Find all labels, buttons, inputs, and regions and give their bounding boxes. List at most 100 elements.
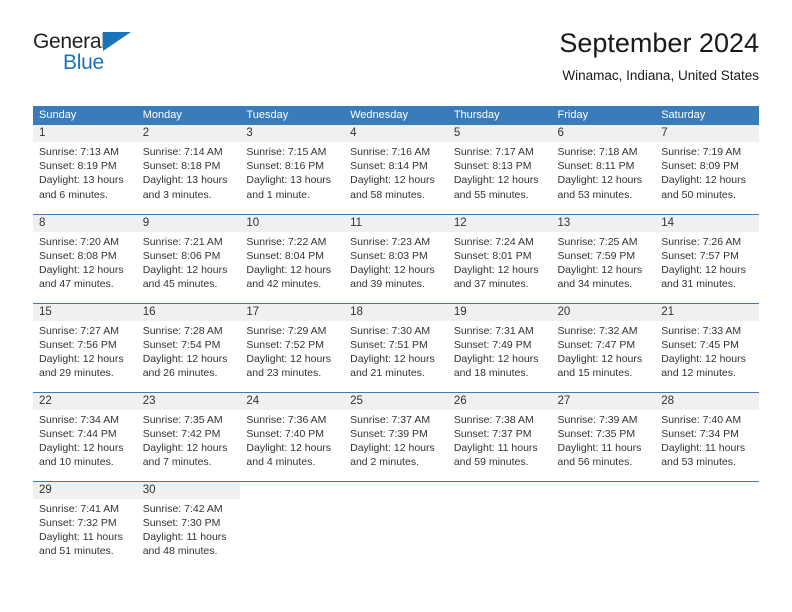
calendar-day-cell[interactable]: 2 Sunrise: 7:14 AM Sunset: 8:18 PM Daylight… — [136, 125, 241, 214]
daylight-text: Daylight: 13 hours and 1 minute. — [246, 174, 332, 201]
daylight-text: Daylight: 12 hours and 42 minutes. — [246, 263, 332, 291]
calendar-day-cell[interactable]: 25 Sunrise: 7:37 AM Sunset: 7:39 PM Dayligh… — [344, 391, 448, 481]
calendar-day-cell[interactable]: 17 Sunrise: 7:29 AM Sunset: 7:52 PM Dayligh… — [240, 302, 345, 392]
calendar-day-cell[interactable]: 24 Sunrise: 7:36 AM Sunset: 7:40 PM Dayligh… — [240, 391, 345, 481]
sunrise-text: Sunrise: 7:37 AM — [350, 413, 431, 426]
day-details: Sunrise: 7:32 AM Sunset: 7:47 PM Daylight:… — [552, 321, 656, 381]
calendar-day-cell[interactable]: 12 Sunrise: 7:24 AM Sunset: 8:01 PM Dayligh… — [447, 213, 552, 303]
sunset-text: Sunset: 8:04 PM — [246, 249, 325, 262]
sunset-text: Sunset: 8:03 PM — [350, 249, 428, 262]
day-number: 10 — [240, 214, 345, 232]
day-number: 2 — [136, 125, 241, 142]
sunrise-text: Sunrise: 7:31 AM — [453, 324, 534, 337]
calendar-day-cell[interactable]: 30 Sunrise: 7:42 AM Sunset: 7:30 PM Dayligh… — [136, 480, 241, 575]
calendar-day-cell[interactable]: 9 Sunrise: 7:21 AM Sunset: 8:06 PM Daylight… — [136, 213, 241, 303]
day-number: 11 — [344, 214, 448, 232]
sunset-text: Sunset: 7:44 PM — [39, 427, 117, 440]
calendar-day-cell[interactable]: 1 Sunrise: 7:13 AM Sunset: 8:19 PM Daylight… — [33, 125, 137, 214]
sunrise-text: Sunrise: 7:22 AM — [246, 235, 327, 248]
calendar-day-cell[interactable]: 20 Sunrise: 7:32 AM Sunset: 7:47 PM Dayligh… — [551, 302, 656, 392]
sunset-text: Sunset: 8:08 PM — [39, 249, 117, 262]
day-number: 15 — [33, 303, 137, 321]
calendar-day-cell[interactable]: 7 Sunrise: 7:19 AM Sunset: 8:09 PM Daylight… — [655, 125, 759, 214]
day-details: Sunrise: 7:42 AM Sunset: 7:30 PM Daylight:… — [137, 499, 241, 559]
weekday-header-monday: Monday — [136, 106, 241, 125]
day-details: Sunrise: 7:23 AM Sunset: 8:03 PM Daylight:… — [344, 232, 448, 292]
calendar-day-cell[interactable]: 6 Sunrise: 7:18 AM Sunset: 8:11 PM Daylight… — [551, 125, 656, 214]
daylight-text: Daylight: 11 hours and 56 minutes. — [557, 441, 642, 469]
sunset-text: Sunset: 7:54 PM — [142, 338, 221, 351]
calendar-day-cell[interactable]: 23 Sunrise: 7:35 AM Sunset: 7:42 PM Dayligh… — [136, 391, 241, 481]
calendar-week-row: 1 Sunrise: 7:13 AM Sunset: 8:19 PM Daylight… — [33, 125, 759, 214]
day-number: 8 — [33, 214, 137, 232]
daylight-text: Daylight: 12 hours and 7 minutes. — [142, 441, 228, 469]
calendar-day-cell[interactable]: 27 Sunrise: 7:39 AM Sunset: 7:35 PM Dayligh… — [551, 391, 656, 481]
day-details: Sunrise: 7:14 AM Sunset: 8:18 PM Daylight:… — [137, 142, 241, 202]
sunset-text: Sunset: 7:47 PM — [557, 338, 636, 351]
day-number: 6 — [551, 125, 656, 142]
day-details: Sunrise: 7:34 AM Sunset: 7:44 PM Daylight:… — [33, 410, 137, 470]
sunset-text: Sunset: 8:06 PM — [142, 249, 221, 262]
weekday-header-wednesday: Wednesday — [344, 106, 448, 125]
weekday-header-friday: Friday — [551, 106, 656, 125]
sunrise-text: Sunrise: 7:32 AM — [557, 324, 638, 337]
sunrise-text: Sunrise: 7:14 AM — [142, 146, 223, 158]
day-details: Sunrise: 7:26 AM Sunset: 7:57 PM Daylight:… — [655, 232, 759, 292]
calendar-page: General Blue September 2024 Winamac, Ind… — [0, 0, 792, 612]
sunrise-text: Sunrise: 7:29 AM — [246, 324, 327, 337]
calendar-day-cell[interactable]: 16 Sunrise: 7:28 AM Sunset: 7:54 PM Dayligh… — [136, 302, 241, 392]
sunrise-text: Sunrise: 7:33 AM — [661, 324, 742, 337]
calendar-day-cell[interactable]: 11 Sunrise: 7:23 AM Sunset: 8:03 PM Dayligh… — [344, 213, 448, 303]
daylight-text: Daylight: 12 hours and 2 minutes. — [350, 441, 435, 469]
day-number: 23 — [136, 392, 241, 410]
daylight-text: Daylight: 12 hours and 23 minutes. — [246, 352, 332, 380]
sunrise-text: Sunrise: 7:18 AM — [557, 146, 638, 158]
day-details: Sunrise: 7:24 AM Sunset: 8:01 PM Daylight:… — [448, 232, 552, 292]
sunrise-text: Sunrise: 7:16 AM — [350, 146, 431, 158]
day-details: Sunrise: 7:27 AM Sunset: 7:56 PM Daylight:… — [33, 321, 137, 381]
calendar-day-cell[interactable]: 22 Sunrise: 7:34 AM Sunset: 7:44 PM Dayligh… — [33, 391, 137, 481]
calendar-day-cell[interactable]: 29 Sunrise: 7:41 AM Sunset: 7:32 PM Dayligh… — [33, 480, 137, 575]
calendar-day-cell[interactable]: 19 Sunrise: 7:31 AM Sunset: 7:49 PM Dayligh… — [447, 302, 552, 392]
sunset-text: Sunset: 7:57 PM — [661, 249, 739, 262]
daylight-text: Daylight: 12 hours and 47 minutes. — [39, 263, 124, 291]
day-details: Sunrise: 7:13 AM Sunset: 8:19 PM Daylight:… — [33, 142, 137, 202]
calendar-day-cell[interactable]: 8 Sunrise: 7:20 AM Sunset: 8:08 PM Daylight… — [33, 213, 137, 303]
sunset-text: Sunset: 7:35 PM — [557, 427, 636, 440]
sunrise-text: Sunrise: 7:35 AM — [142, 413, 223, 426]
sunset-text: Sunset: 7:56 PM — [39, 338, 117, 351]
sunset-text: Sunset: 8:16 PM — [246, 160, 325, 173]
daylight-text: Daylight: 12 hours and 53 minutes. — [557, 174, 643, 201]
calendar-day-cell[interactable]: 10 Sunrise: 7:22 AM Sunset: 8:04 PM Dayligh… — [240, 213, 345, 303]
calendar-day-cell[interactable]: 18 Sunrise: 7:30 AM Sunset: 7:51 PM Dayligh… — [344, 302, 448, 392]
calendar-day-cell[interactable]: 26 Sunrise: 7:38 AM Sunset: 7:37 PM Dayligh… — [447, 391, 552, 481]
calendar-day-cell[interactable]: 13 Sunrise: 7:25 AM Sunset: 7:59 PM Dayligh… — [551, 213, 656, 303]
calendar-day-cell[interactable]: 28 Sunrise: 7:40 AM Sunset: 7:34 PM Dayligh… — [655, 391, 759, 481]
general-blue-logo[interactable]: General Blue — [33, 30, 153, 82]
calendar-day-cell[interactable]: 4 Sunrise: 7:16 AM Sunset: 8:14 PM Daylight… — [344, 125, 448, 214]
daylight-text: Daylight: 12 hours and 39 minutes. — [350, 263, 435, 291]
calendar-day-cell[interactable]: 21 Sunrise: 7:33 AM Sunset: 7:45 PM Dayligh… — [655, 302, 759, 392]
day-details: Sunrise: 7:28 AM Sunset: 7:54 PM Daylight:… — [137, 321, 241, 381]
daylight-text: Daylight: 12 hours and 58 minutes. — [350, 174, 435, 201]
day-details: Sunrise: 7:36 AM Sunset: 7:40 PM Daylight:… — [240, 410, 344, 470]
page-subtitle: Winamac, Indiana, United States — [562, 68, 759, 83]
day-number — [344, 482, 448, 499]
day-number: 13 — [551, 214, 656, 232]
weekday-header-sunday: Sunday — [33, 106, 137, 125]
calendar-day-cell[interactable]: 15 Sunrise: 7:27 AM Sunset: 7:56 PM Dayligh… — [33, 302, 137, 392]
day-number: 4 — [344, 125, 448, 142]
calendar-week-row: 15 Sunrise: 7:27 AM Sunset: 7:56 PM Dayligh… — [33, 302, 759, 392]
day-details: Sunrise: 7:25 AM Sunset: 7:59 PM Daylight:… — [552, 232, 656, 292]
daylight-text: Daylight: 11 hours and 51 minutes. — [39, 530, 123, 558]
sunset-text: Sunset: 8:01 PM — [453, 249, 532, 262]
triangle-icon — [103, 32, 131, 51]
sunset-text: Sunset: 7:34 PM — [661, 427, 739, 440]
calendar-day-cell[interactable]: 5 Sunrise: 7:17 AM Sunset: 8:13 PM Daylight… — [447, 125, 552, 214]
day-details: Sunrise: 7:21 AM Sunset: 8:06 PM Daylight:… — [137, 232, 241, 292]
day-number: 30 — [136, 481, 241, 499]
calendar-day-cell[interactable]: 14 Sunrise: 7:26 AM Sunset: 7:57 PM Dayligh… — [655, 213, 759, 303]
daylight-text: Daylight: 12 hours and 18 minutes. — [453, 352, 539, 380]
daylight-text: Daylight: 12 hours and 55 minutes. — [453, 174, 539, 201]
calendar-day-cell[interactable]: 3 Sunrise: 7:15 AM Sunset: 8:16 PM Daylight… — [240, 125, 345, 214]
